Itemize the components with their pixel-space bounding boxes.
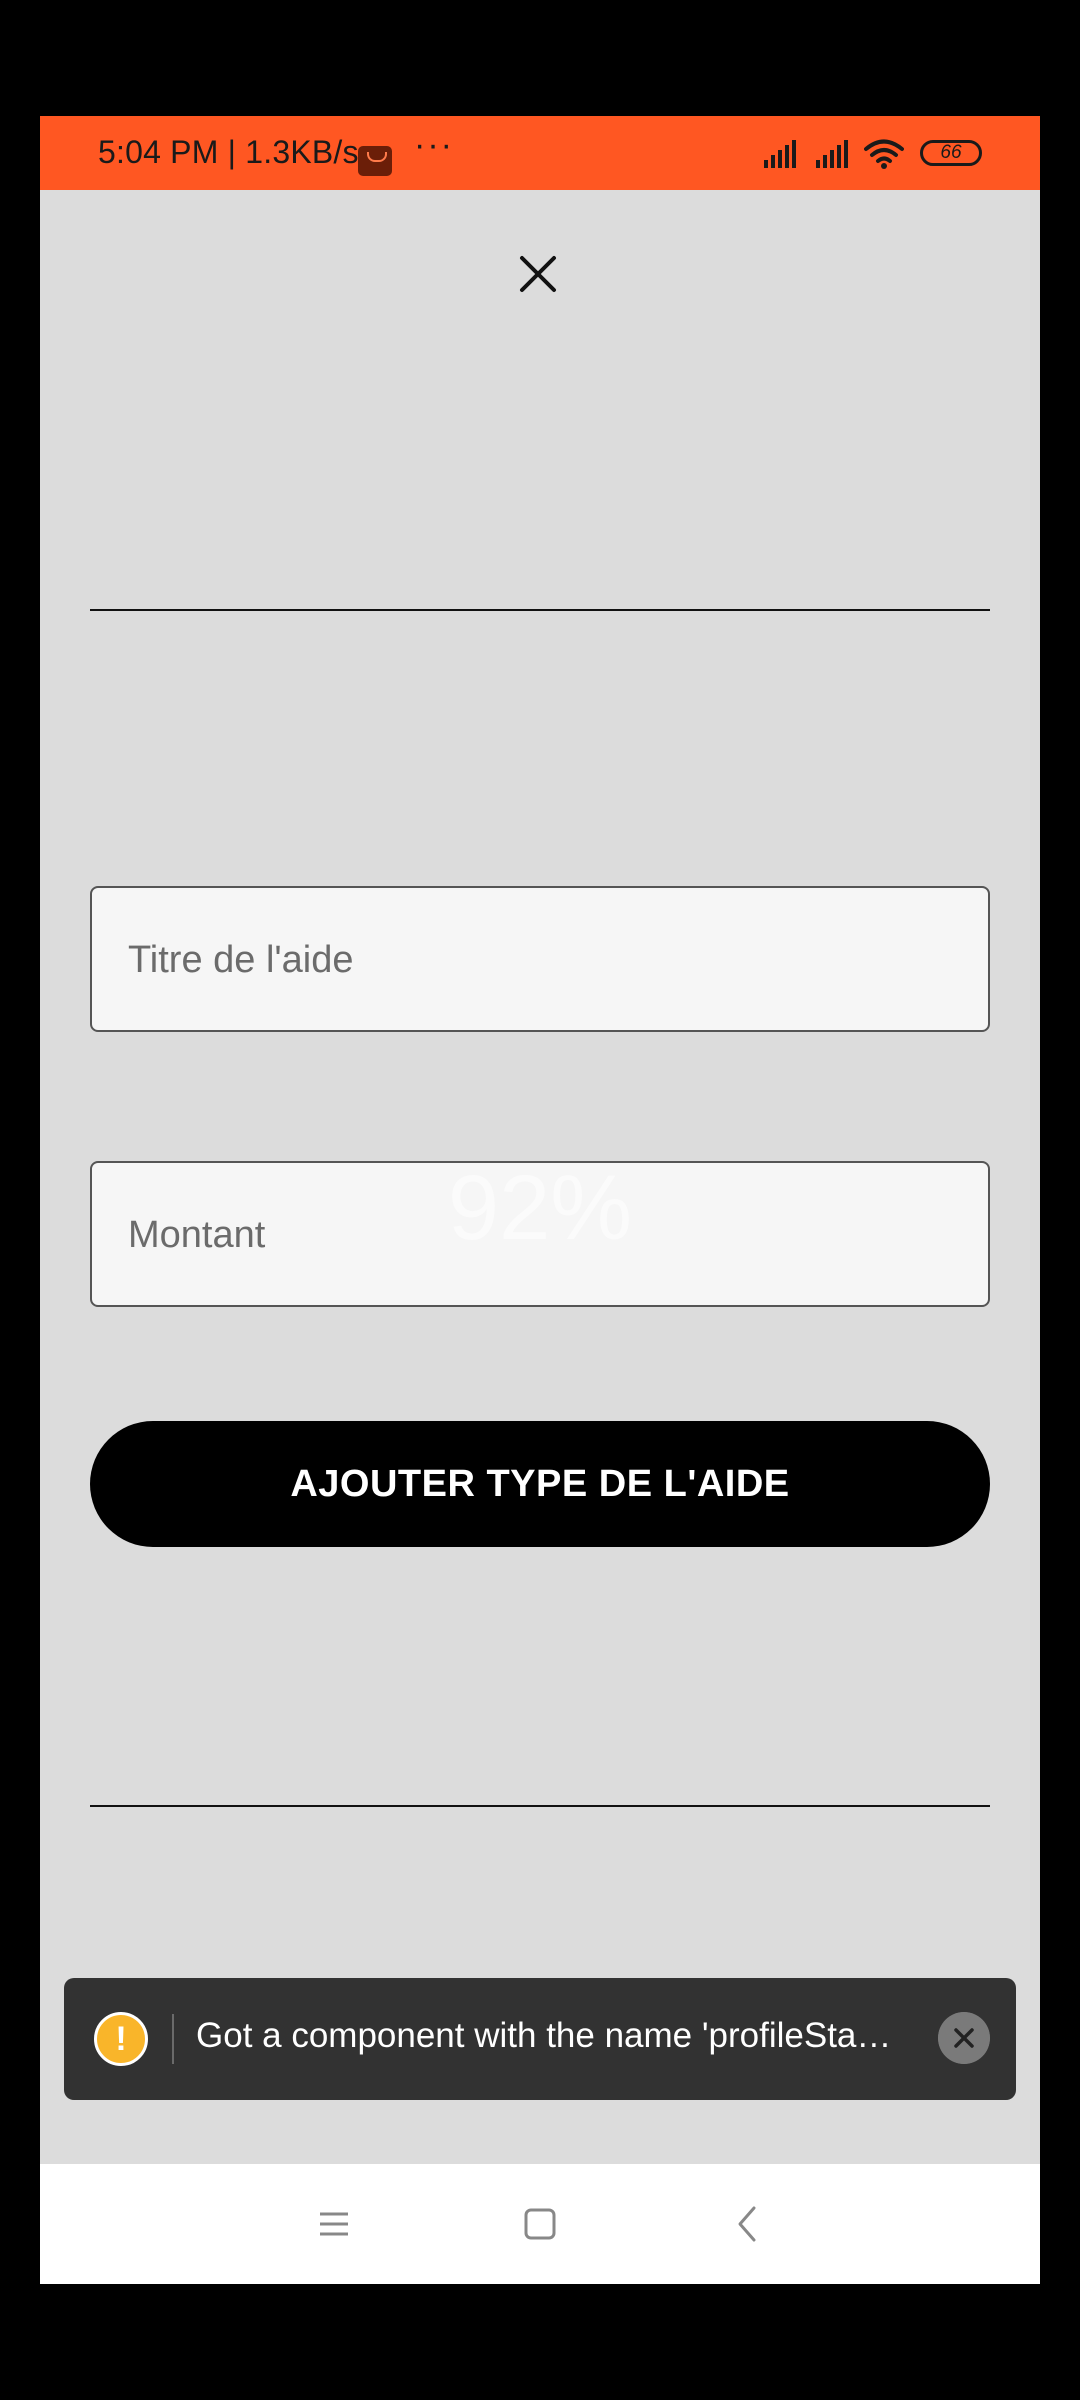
shopping-bag-icon	[358, 146, 392, 176]
app-screen: 5:04 PM | 1.3KB/s ··· 66 Titre de l'aide…	[40, 116, 1040, 2284]
menu-icon[interactable]	[310, 2200, 358, 2248]
home-icon[interactable]	[516, 2200, 564, 2248]
add-aid-type-button[interactable]: AJOUTER TYPE DE L'AIDE	[90, 1421, 990, 1547]
warning-toast[interactable]: ! Got a component with the name 'profile…	[64, 1978, 1016, 2100]
title-field[interactable]	[90, 886, 990, 1032]
warning-icon: !	[94, 2012, 148, 2066]
back-icon[interactable]	[724, 2200, 772, 2248]
amount-field[interactable]	[90, 1161, 990, 1307]
navigation-bar	[40, 2164, 1040, 2284]
status-time: 5:04 PM | 1.3KB/s	[98, 134, 359, 170]
signal-icon	[816, 140, 848, 168]
title-input[interactable]	[126, 888, 960, 1032]
toast-message: Got a component with the name 'profileSt…	[196, 2016, 892, 2055]
more-notifications-icon: ···	[414, 126, 454, 164]
status-bar: 5:04 PM | 1.3KB/s ··· 66	[40, 116, 1040, 190]
close-circle-icon[interactable]	[938, 2012, 990, 2064]
toast-separator	[172, 2014, 174, 2064]
wifi-icon	[864, 139, 904, 169]
divider	[90, 609, 990, 611]
signal-icon	[764, 140, 796, 168]
close-icon[interactable]	[516, 252, 560, 296]
amount-input[interactable]	[126, 1163, 960, 1307]
divider	[90, 1805, 990, 1807]
battery-icon: 66	[920, 140, 982, 166]
